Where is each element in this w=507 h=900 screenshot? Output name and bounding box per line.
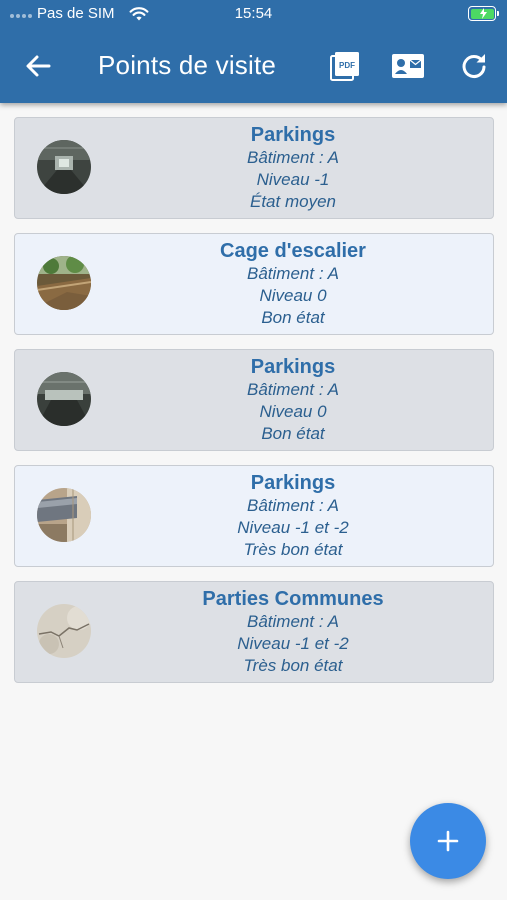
visit-level: Niveau 0 — [259, 402, 327, 421]
visit-state: Très bon état — [243, 540, 343, 559]
visit-point-card[interactable]: Cage d'escalier Bâtiment : A Niveau 0 Bo… — [14, 233, 494, 335]
contact-card-icon — [392, 54, 424, 78]
visit-state: Très bon état — [243, 656, 343, 675]
visit-point-card[interactable]: Parkings Bâtiment : A Niveau 0 Bon état — [14, 349, 494, 451]
visit-point-card[interactable]: Parkings Bâtiment : A Niveau -1 État moy… — [14, 117, 494, 219]
visit-point-card[interactable]: Parties Communes Bâtiment : A Niveau -1 … — [14, 581, 494, 683]
app-header: Pas de SIM 15:54 Points de visite PDF — [0, 0, 507, 103]
visit-level: Niveau -1 — [256, 170, 330, 189]
refresh-button[interactable] — [458, 50, 494, 82]
visit-building: Bâtiment : A — [247, 496, 339, 515]
visit-building: Bâtiment : A — [247, 380, 339, 399]
visit-state: Bon état — [261, 424, 325, 443]
pipe-photo — [37, 488, 91, 542]
visit-point-card[interactable]: Parkings Bâtiment : A Niveau -1 et -2 Tr… — [14, 465, 494, 567]
visit-state: État moyen — [250, 192, 336, 211]
visit-state: Bon état — [261, 308, 325, 327]
visit-title: Parkings — [250, 124, 336, 146]
visit-title: Cage d'escalier — [220, 240, 366, 262]
back-button[interactable] — [20, 50, 56, 82]
refresh-icon — [462, 54, 486, 79]
pdf-export-button[interactable]: PDF — [327, 50, 363, 82]
toolbar: Points de visite PDF — [0, 38, 507, 94]
contact-card-button[interactable] — [390, 50, 426, 82]
visit-level: Niveau -1 et -2 — [237, 634, 349, 653]
parking-photo — [37, 372, 91, 426]
visit-building: Bâtiment : A — [247, 148, 339, 167]
pdf-glyph-text: PDF — [339, 61, 355, 70]
add-visit-point-button[interactable] — [410, 803, 486, 879]
arrow-left-icon — [26, 55, 51, 77]
visit-building: Bâtiment : A — [247, 264, 339, 283]
visit-level: Niveau -1 et -2 — [237, 518, 349, 537]
clock: 15:54 — [234, 5, 273, 22]
visit-title: Parties Communes — [202, 588, 384, 610]
page-title: Points de visite — [98, 50, 277, 80]
visit-title: Parkings — [250, 472, 336, 494]
parking-photo — [37, 140, 91, 194]
visit-level: Niveau 0 — [259, 286, 327, 305]
cracked-wall-photo — [37, 604, 91, 658]
plus-icon — [437, 830, 459, 852]
visit-building: Bâtiment : A — [247, 612, 339, 631]
visit-points-list: Parkings Bâtiment : A Niveau -1 État moy… — [14, 117, 494, 697]
visit-title: Parkings — [250, 356, 336, 378]
battery-icon — [468, 6, 499, 21]
stairwell-photo — [37, 256, 91, 310]
status-bar: Pas de SIM 15:54 — [0, 0, 507, 30]
pdf-file-icon: PDF — [330, 52, 359, 81]
